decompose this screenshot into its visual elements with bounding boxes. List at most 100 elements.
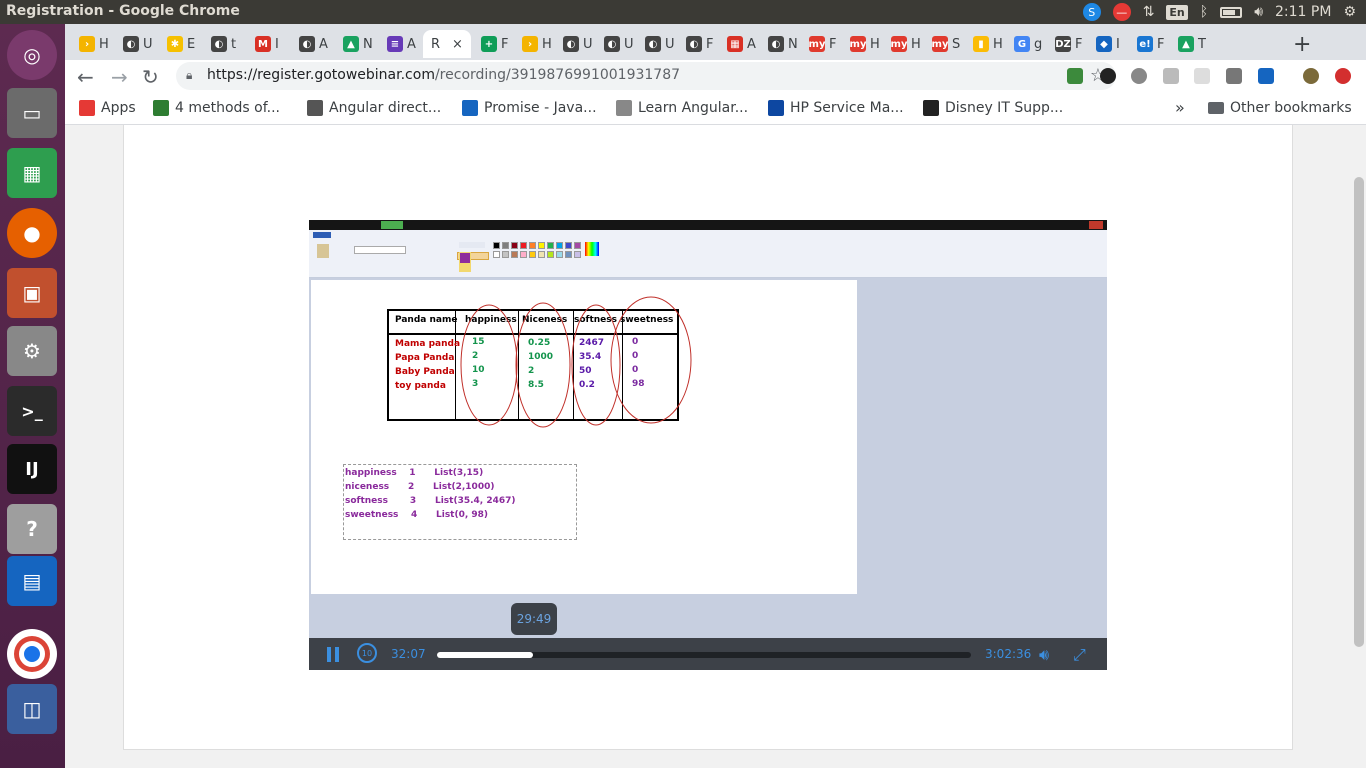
tab[interactable]: Gg: [1014, 30, 1042, 58]
reload-button[interactable]: ↻: [142, 65, 159, 89]
extension-sheets-icon[interactable]: [1067, 68, 1083, 84]
bookmarks-overflow-button[interactable]: »: [1175, 98, 1185, 117]
files-icon[interactable]: ▭: [7, 88, 57, 138]
fullscreen-icon[interactable]: ⤢: [1073, 645, 1086, 665]
tab[interactable]: ▦ A: [727, 30, 756, 58]
clock[interactable]: 2:11 PM: [1275, 4, 1331, 20]
tab[interactable]: ◐ F: [686, 30, 713, 58]
tab[interactable]: ◐ A: [299, 30, 328, 58]
presentation-icon[interactable]: ▣: [7, 268, 57, 318]
lock-icon[interactable]: 🔒︎: [186, 68, 192, 83]
tab-close-icon[interactable]: ×: [452, 37, 463, 52]
bookmark-item[interactable]: Angular direct...: [307, 100, 441, 116]
tab[interactable]: ◐ N: [768, 30, 798, 58]
terminal-icon[interactable]: >_: [7, 386, 57, 436]
network-icon[interactable]: ⇅: [1143, 4, 1155, 20]
palette-swatch: [565, 251, 572, 258]
tab-favicon-icon: +: [481, 36, 497, 52]
bookmark-item[interactable]: Learn Angular...: [616, 100, 748, 116]
tab[interactable]: ◐ U: [563, 30, 593, 58]
extension-grid-icon[interactable]: [1194, 68, 1210, 84]
tab-favicon-icon: ›: [79, 36, 95, 52]
profile-avatar[interactable]: [1303, 68, 1319, 84]
new-tab-button[interactable]: +: [1293, 32, 1311, 57]
os-top-bar: Registration - Google Chrome S — ⇅ En ᛒ …: [0, 0, 1366, 24]
forward-button[interactable]: →: [111, 65, 128, 89]
tab-label: U: [583, 36, 593, 52]
system-settings-icon[interactable]: ⚙: [7, 326, 57, 376]
do-not-disturb-icon[interactable]: —: [1112, 3, 1131, 21]
tab[interactable]: my S: [932, 30, 960, 58]
tab[interactable]: ◐ U: [645, 30, 675, 58]
power-gear-icon[interactable]: ⚙: [1343, 4, 1356, 20]
volume-icon[interactable]: 🔊︎: [1254, 4, 1263, 20]
url-text[interactable]: https://register.gotowebinar.com/recordi…: [207, 67, 680, 83]
bookmark-item[interactable]: Apps: [79, 100, 136, 116]
chrome-icon[interactable]: [7, 629, 57, 679]
tab-label: I: [275, 36, 279, 52]
bookmark-item[interactable]: Disney IT Supp...: [923, 100, 1063, 116]
keyboard-language[interactable]: En: [1166, 4, 1188, 20]
avatar-icon: [153, 100, 169, 116]
tab[interactable]: ◐ U: [123, 30, 153, 58]
firefox-icon[interactable]: ●: [7, 208, 57, 258]
scrollbar-thumb[interactable]: [1354, 177, 1364, 647]
seek-bar[interactable]: [437, 652, 971, 658]
list-line: niceness 2 List(2,1000): [345, 482, 495, 492]
tab[interactable]: ≡ A: [387, 30, 416, 58]
tab[interactable]: ✱ E: [167, 30, 195, 58]
extension-gear-icon[interactable]: [1131, 68, 1147, 84]
extension-paw-icon[interactable]: [1100, 68, 1116, 84]
bookmark-item[interactable]: Promise - Java...: [462, 100, 597, 116]
extension-red-icon[interactable]: [1335, 68, 1351, 84]
page-scrollbar[interactable]: [1352, 125, 1366, 768]
virtualbox-icon[interactable]: ◫: [7, 684, 57, 734]
document-viewer-icon[interactable]: ▤: [7, 556, 57, 606]
rewind-10-button[interactable]: 10: [357, 643, 377, 663]
tab[interactable]: MI: [255, 30, 279, 58]
tab[interactable]: › H: [522, 30, 552, 58]
tab[interactable]: my H: [850, 30, 880, 58]
back-button[interactable]: ←: [77, 65, 94, 89]
skype-icon[interactable]: S: [1082, 3, 1101, 21]
tab[interactable]: ▮ H: [973, 30, 1003, 58]
help-icon[interactable]: ?: [7, 504, 57, 554]
bookmark-item[interactable]: 4 methods of...: [153, 100, 280, 116]
palette-swatch: [556, 242, 563, 249]
tab-favicon-icon: ≡: [387, 36, 403, 52]
paint-tab-highlight: [381, 221, 403, 229]
tab[interactable]: ◐ U: [604, 30, 634, 58]
tab[interactable]: + F: [481, 30, 508, 58]
bluetooth-icon[interactable]: ᛒ: [1200, 4, 1208, 20]
palette-swatch: [493, 251, 500, 258]
extension-camera-icon[interactable]: [1226, 68, 1242, 84]
address-bar[interactable]: 🔒︎ https://register.gotowebinar.com/reco…: [176, 62, 1116, 90]
tab[interactable]: e! F: [1137, 30, 1164, 58]
tab[interactable]: my F: [809, 30, 836, 58]
other-bookmarks-button[interactable]: Other bookmarks: [1208, 100, 1352, 116]
volume-icon[interactable]: 🔊︎: [1039, 645, 1049, 665]
tab-label: R: [431, 36, 441, 52]
tab[interactable]: › H: [79, 30, 109, 58]
tab-favicon-icon: my: [850, 36, 866, 52]
palette-swatch: [538, 251, 545, 258]
tab-active[interactable]: R ×: [423, 30, 471, 58]
pause-button[interactable]: [327, 647, 341, 662]
tab[interactable]: DZ F: [1055, 30, 1082, 58]
tab[interactable]: ▲ T: [1178, 30, 1206, 58]
tab[interactable]: ◆ I: [1096, 30, 1120, 58]
tab[interactable]: ▲ N: [343, 30, 373, 58]
tab[interactable]: my H: [891, 30, 921, 58]
annotation-circle: [610, 296, 692, 424]
video-player[interactable]: Panda name happiness Niceness softness s…: [309, 220, 1107, 670]
bookmark-item[interactable]: HP Service Ma...: [768, 100, 904, 116]
intellij-icon[interactable]: IJ: [7, 444, 57, 494]
ubuntu-dash-icon[interactable]: ◎: [7, 30, 57, 80]
extension-puzzle-icon[interactable]: [1163, 68, 1179, 84]
extension-window-icon[interactable]: [1258, 68, 1274, 84]
battery-icon[interactable]: [1220, 6, 1243, 18]
tab-favicon-icon: e!: [1137, 36, 1153, 52]
font-box: [354, 246, 406, 254]
tab[interactable]: ◐ t: [211, 30, 236, 58]
spreadsheet-icon[interactable]: ▦: [7, 148, 57, 198]
